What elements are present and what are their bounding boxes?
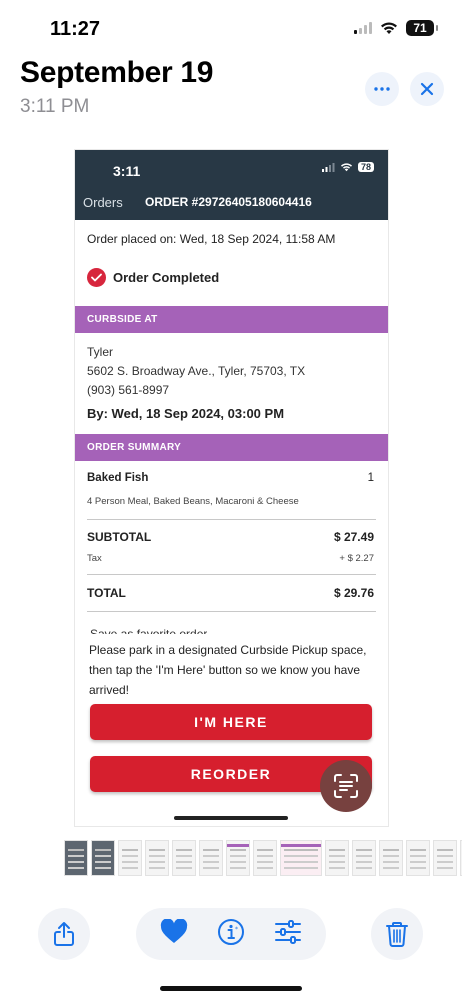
thumbnail[interactable] (379, 840, 403, 876)
trash-icon (386, 922, 408, 947)
thumbnail[interactable] (199, 840, 223, 876)
pickup-time: By: Wed, 18 Sep 2024, 03:00 PM (87, 406, 285, 421)
order-placed-date: Order placed on: Wed, 18 Sep 2024, 11:58… (87, 232, 336, 246)
thumbnail[interactable] (226, 840, 250, 876)
status-bar: 11:27 71 (0, 0, 462, 58)
tax-value: + $ 2.27 (339, 553, 374, 564)
photo-actions-group: * (136, 908, 326, 960)
favorite-button[interactable] (160, 918, 188, 949)
subtotal-label: SUBTOTAL (87, 530, 152, 544)
thumbnail[interactable] (406, 840, 430, 876)
thumbnail[interactable] (145, 840, 169, 876)
divider (87, 574, 376, 575)
thumbnail[interactable] (172, 840, 196, 876)
wifi-icon (381, 21, 397, 34)
total-value: $ 29.76 (333, 586, 374, 600)
live-text-button[interactable] (320, 760, 372, 812)
signal-icon (321, 162, 335, 172)
home-indicator (160, 986, 302, 991)
wifi-icon (340, 162, 353, 171)
live-text-icon (334, 774, 358, 798)
total-label: TOTAL (87, 586, 126, 600)
item-description: 4 Person Meal, Baked Beans, Macaroni & C… (87, 496, 299, 507)
thumbnail[interactable] (433, 840, 457, 876)
im-here-button: I'M HERE (90, 704, 372, 740)
info-icon: * (217, 918, 244, 945)
curbside-notice: Please park in a designated Curbside Pic… (75, 634, 388, 704)
more-icon (374, 87, 390, 91)
adjust-icon (274, 919, 301, 944)
status-time: 11:27 (50, 18, 101, 40)
thumbnail[interactable] (325, 840, 349, 876)
item-quantity: 1 (367, 472, 374, 484)
embedded-battery: 78 (357, 162, 374, 172)
photo-time-subtitle: 3:11 PM (20, 96, 90, 117)
photo-date-title: September 19 (20, 56, 214, 89)
signal-icon (354, 22, 372, 34)
store-phone: (903) 561-8997 (87, 383, 170, 397)
status-icons: 71 (354, 20, 438, 36)
order-status: Order Completed (87, 268, 219, 287)
share-icon (54, 922, 74, 946)
photo-viewer-image[interactable]: 3:11 78 Orders ORDER #29726405180604416 … (75, 150, 388, 826)
close-icon (420, 82, 434, 96)
item-name: Baked Fish (87, 472, 149, 484)
embedded-status-time: 3:11 (113, 163, 141, 179)
order-app-header: 3:11 78 Orders ORDER #29726405180604416 (75, 150, 388, 220)
tax-label: Tax (87, 553, 102, 564)
thumbnail[interactable] (91, 840, 115, 876)
store-address: 5602 S. Broadway Ave., Tyler, 75703, TX (87, 364, 306, 378)
order-number: ORDER #29726405180604416 (145, 195, 312, 209)
divider (87, 519, 376, 520)
thumbnail[interactable] (352, 840, 376, 876)
info-button[interactable]: * (217, 918, 245, 951)
heart-icon (161, 918, 188, 943)
battery-indicator: 71 (406, 20, 438, 36)
more-options-button[interactable] (365, 72, 399, 106)
close-button[interactable] (410, 72, 444, 106)
svg-text:*: * (235, 926, 238, 933)
embedded-home-indicator (174, 816, 288, 820)
store-name: Tyler (87, 345, 114, 359)
thumbnail[interactable] (118, 840, 142, 876)
order-summary-header: ORDER SUMMARY (75, 434, 388, 461)
share-button[interactable] (38, 908, 90, 960)
orders-back-link: Orders (83, 195, 123, 210)
embedded-status-icons: 78 (321, 162, 374, 172)
curbside-section-header: CURBSIDE AT (75, 306, 388, 333)
divider (87, 611, 376, 612)
check-icon (87, 268, 106, 287)
subtotal-value: $ 27.49 (333, 530, 374, 544)
thumbnail-strip[interactable] (64, 840, 462, 878)
thumbnail[interactable] (253, 840, 277, 876)
delete-button[interactable] (371, 908, 423, 960)
adjust-button[interactable] (274, 919, 302, 949)
order-status-text: Order Completed (113, 270, 220, 285)
thumbnail[interactable] (64, 840, 88, 876)
thumbnail-selected[interactable] (280, 840, 322, 876)
